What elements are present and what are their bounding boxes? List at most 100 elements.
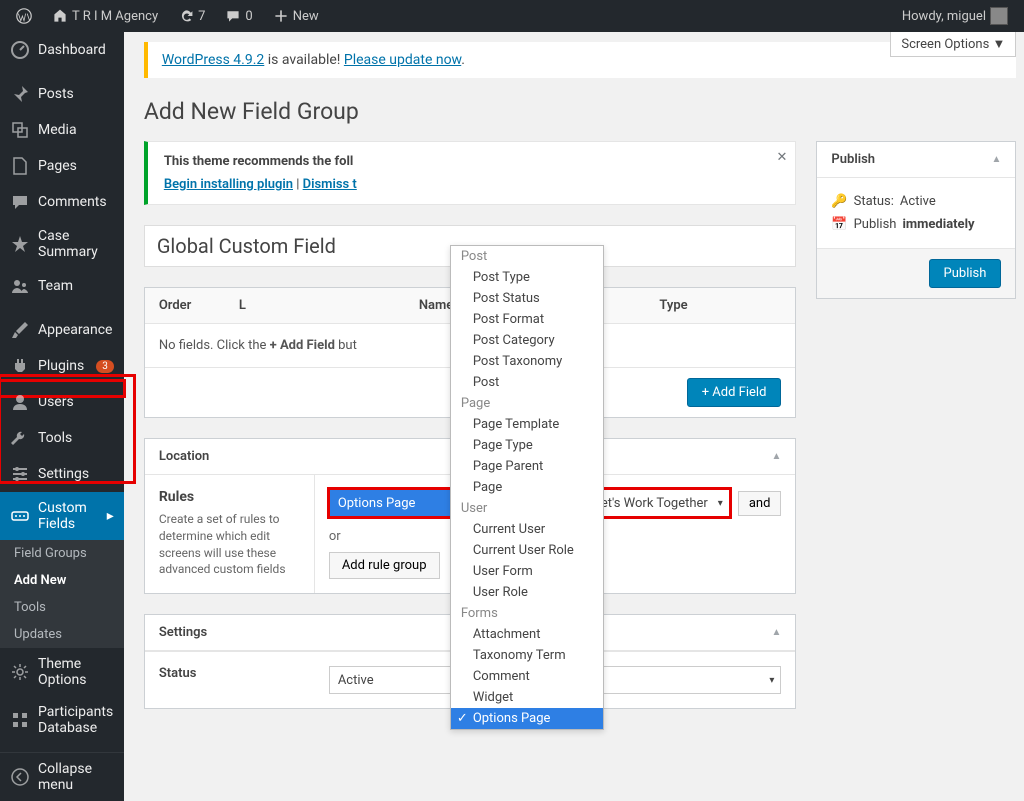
sidebar-item-theme-options[interactable]: Theme Options xyxy=(0,648,124,696)
dd-opt[interactable]: Post Format xyxy=(451,309,603,330)
collapse-menu[interactable]: Collapse menu xyxy=(0,752,124,801)
install-plugin-link[interactable]: Begin installing plugin xyxy=(164,177,293,192)
dd-group-forms: Forms xyxy=(451,603,603,624)
media-icon xyxy=(10,120,30,140)
dd-opt[interactable]: Page xyxy=(451,477,603,498)
dd-opt[interactable]: Page Template xyxy=(451,414,603,435)
submenu-updates[interactable]: Updates xyxy=(0,621,124,648)
dd-opt[interactable]: Post Taxonomy xyxy=(451,351,603,372)
dd-opt[interactable]: User Role xyxy=(451,582,603,603)
rules-heading: Rules xyxy=(159,489,300,505)
dashboard-icon xyxy=(10,40,30,60)
dd-opt[interactable]: Taxonomy Term xyxy=(451,645,603,666)
rule-param-dropdown: Post Post Type Post Status Post Format P… xyxy=(450,245,604,730)
close-icon[interactable]: ✕ xyxy=(777,150,788,165)
dd-opt[interactable]: Comment xyxy=(451,666,603,687)
sidebar-item-custom-fields[interactable]: Custom Fields▸ xyxy=(0,492,124,540)
theme-notice: This theme recommends the foll Begin ins… xyxy=(144,141,797,205)
sidebar-item-settings[interactable]: Settings xyxy=(0,456,124,492)
new-content[interactable]: New xyxy=(265,0,327,32)
comments-icon[interactable]: 0 xyxy=(217,0,260,32)
toggle-icon[interactable]: ▲ xyxy=(772,451,782,462)
dd-opt[interactable]: Post xyxy=(451,372,603,393)
settings-heading: Settings xyxy=(159,625,207,640)
dd-opt[interactable]: Current User xyxy=(451,519,603,540)
dd-group-user: User xyxy=(451,498,603,519)
dismiss-notice-link[interactable]: Dismiss t xyxy=(303,177,357,192)
pin-icon xyxy=(10,84,30,104)
submenu-add-new[interactable]: Add New xyxy=(0,567,124,594)
grid-icon xyxy=(10,710,30,730)
dd-opt[interactable]: Post Status xyxy=(451,288,603,309)
col-order: Order xyxy=(145,288,225,323)
user-icon xyxy=(10,392,30,412)
dd-opt-selected[interactable]: Options Page xyxy=(451,708,603,729)
collapse-icon xyxy=(10,767,30,787)
sidebar-item-dashboard[interactable]: Dashboard xyxy=(0,32,124,68)
calendar-icon: 📅 xyxy=(831,217,847,232)
wp-update-notice: WordPress 4.9.2 is available! Please upd… xyxy=(144,42,1017,78)
and-button[interactable]: and xyxy=(738,491,782,516)
admin-sidebar: Dashboard Posts Media Pages Comments Cas… xyxy=(0,32,124,801)
updates-icon[interactable]: 7 xyxy=(170,0,213,32)
howdy[interactable]: Howdy, miguel xyxy=(894,0,1016,32)
dd-opt[interactable]: Post Category xyxy=(451,330,603,351)
rules-desc: Create a set of rules to determine which… xyxy=(159,511,300,578)
dd-group-post: Post xyxy=(451,246,603,267)
location-heading: Location xyxy=(159,449,210,464)
update-now-link[interactable]: Please update now xyxy=(344,52,461,68)
plugin-badge: 3 xyxy=(96,360,114,373)
chevron-right-icon: ▸ xyxy=(107,508,114,524)
sidebar-item-case-summary[interactable]: Case Summary xyxy=(0,220,124,268)
sliders-icon xyxy=(10,464,30,484)
submenu-tools[interactable]: Tools xyxy=(0,594,124,621)
add-field-button[interactable]: + Add Field xyxy=(687,378,782,407)
sidebar-item-appearance[interactable]: Appearance xyxy=(0,312,124,348)
dd-opt[interactable]: Current User Role xyxy=(451,540,603,561)
team-icon xyxy=(10,276,30,296)
col-type: Type xyxy=(645,288,795,323)
gear-icon xyxy=(10,662,30,682)
publish-button[interactable]: Publish xyxy=(929,259,1002,288)
wrench-icon xyxy=(10,428,30,448)
sidebar-item-media[interactable]: Media xyxy=(0,112,124,148)
screen-options-toggle[interactable]: Screen Options ▼ xyxy=(890,32,1016,57)
page-title: Add New Field Group xyxy=(144,98,1017,125)
dd-opt[interactable]: Page Type xyxy=(451,435,603,456)
sidebar-item-participants[interactable]: Participants Database xyxy=(0,696,124,744)
star-icon xyxy=(10,234,30,254)
toggle-icon[interactable]: ▲ xyxy=(772,627,782,638)
wp-logo[interactable] xyxy=(8,0,40,32)
dd-opt[interactable]: Attachment xyxy=(451,624,603,645)
sidebar-item-posts[interactable]: Posts xyxy=(0,76,124,112)
sidebar-item-team[interactable]: Team xyxy=(0,268,124,304)
dd-opt[interactable]: Page Parent xyxy=(451,456,603,477)
publish-metabox: Publish▲ 🔑Status: Active 📅Publish immedi… xyxy=(816,141,1016,299)
dd-opt[interactable]: Post Type xyxy=(451,267,603,288)
sidebar-item-comments[interactable]: Comments xyxy=(0,184,124,220)
acf-icon xyxy=(10,506,30,526)
brush-icon xyxy=(10,320,30,340)
dd-opt[interactable]: Widget xyxy=(451,687,603,708)
submenu-field-groups[interactable]: Field Groups xyxy=(0,540,124,567)
status-label: Status xyxy=(145,652,315,708)
wp-version-link[interactable]: WordPress 4.9.2 xyxy=(162,52,264,68)
dd-group-page: Page xyxy=(451,393,603,414)
custom-fields-submenu: Field Groups Add New Tools Updates xyxy=(0,540,124,648)
plugin-icon xyxy=(10,356,30,376)
comment-icon xyxy=(10,192,30,212)
page-icon xyxy=(10,156,30,176)
dd-opt[interactable]: User Form xyxy=(451,561,603,582)
col-label: L xyxy=(225,288,405,323)
avatar xyxy=(990,7,1008,25)
key-icon: 🔑 xyxy=(831,194,847,209)
rule-value-select[interactable]: Let's Work Together xyxy=(585,489,730,517)
sidebar-item-pages[interactable]: Pages xyxy=(0,148,124,184)
publish-heading: Publish xyxy=(831,152,875,167)
site-name[interactable]: T R I M Agency xyxy=(44,0,166,32)
sidebar-item-tools[interactable]: Tools xyxy=(0,420,124,456)
add-rule-group-button[interactable]: Add rule group xyxy=(329,552,440,579)
toggle-icon[interactable]: ▲ xyxy=(992,154,1002,165)
sidebar-item-plugins[interactable]: Plugins3 xyxy=(0,348,124,384)
sidebar-item-users[interactable]: Users xyxy=(0,384,124,420)
